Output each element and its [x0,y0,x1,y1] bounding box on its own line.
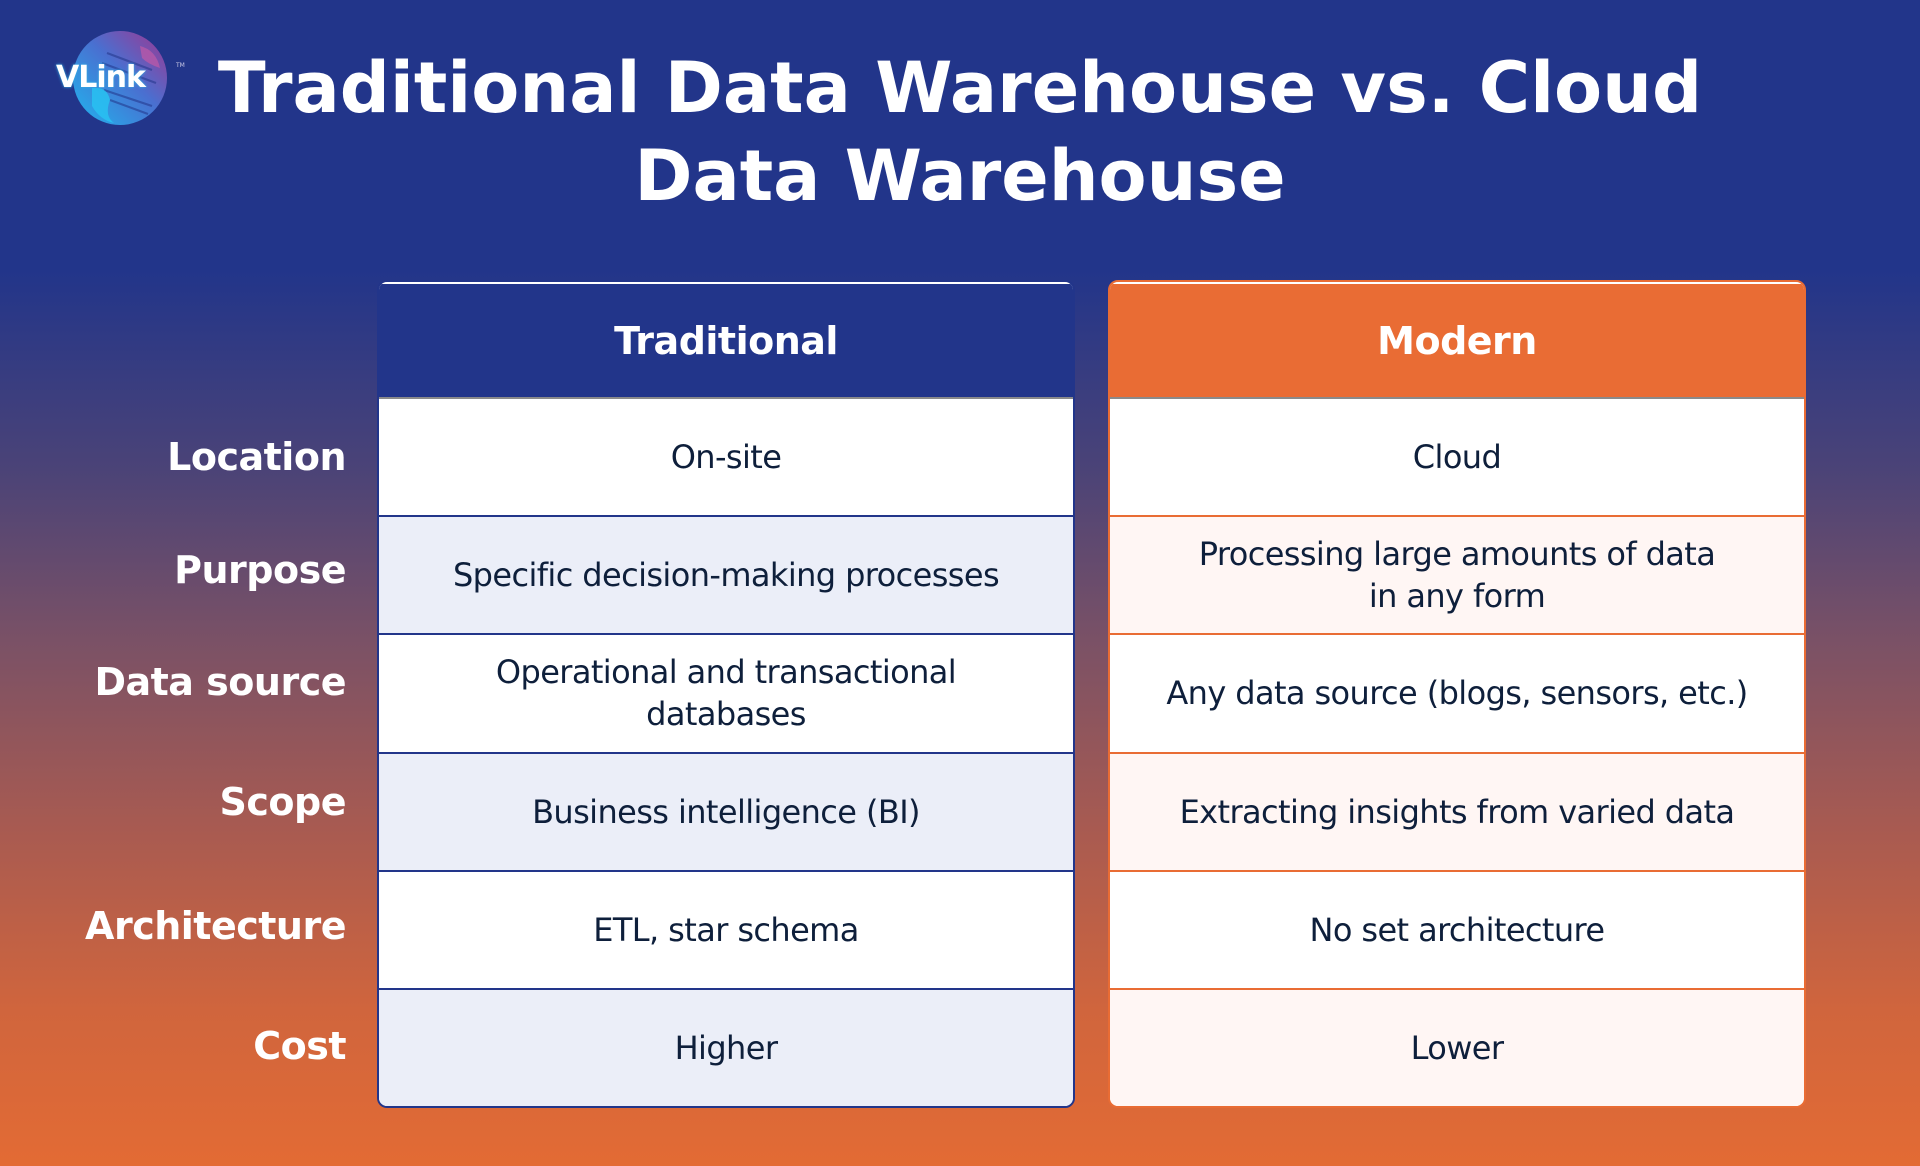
title-line-1: Traditional Data Warehouse vs. Cloud [217,47,1703,129]
modern-cell-cost: Lower [1110,987,1804,1106]
traditional-cell-location: On-site [670,438,782,477]
page-title: Traditional Data Warehouse vs. Cloud Dat… [0,44,1920,220]
modern-cell-data-source: Any data source (blogs, sensors, etc.) [1110,633,1804,751]
row-label-architecture: Architecture [85,904,346,948]
row-label-data-source: Data source [94,660,346,704]
traditional-cell-scope: Business intelligence (BI) [379,751,1073,870]
modern-cell-location: Cloud [1412,438,1502,477]
traditional-cell-cost: Higher [379,987,1073,1106]
row-label-scope: Scope [219,780,347,824]
traditional-cell-purpose: Specific decision-making processes [379,515,1073,634]
traditional-table: Traditional On-site Specific decision-ma… [377,280,1075,1108]
modern-cell-purpose: Processing large amounts of data in any … [1110,515,1804,634]
traditional-cell-data-source: Operational and transactional databases [379,633,1073,751]
title-line-2: Data Warehouse [634,135,1286,217]
modern-cell-architecture: No set architecture [1110,869,1804,988]
traditional-cell-architecture: ETL, star schema [379,869,1073,988]
row-label-location: Location [167,435,346,479]
modern-table: Modern Cloud Processing large amounts of… [1108,280,1806,1108]
modern-header: Modern [1110,282,1804,399]
row-label-cost: Cost [253,1024,346,1068]
modern-cell-scope: Extracting insights from varied data [1110,751,1804,870]
row-label-purpose: Purpose [174,548,346,592]
traditional-header: Traditional [379,282,1073,399]
